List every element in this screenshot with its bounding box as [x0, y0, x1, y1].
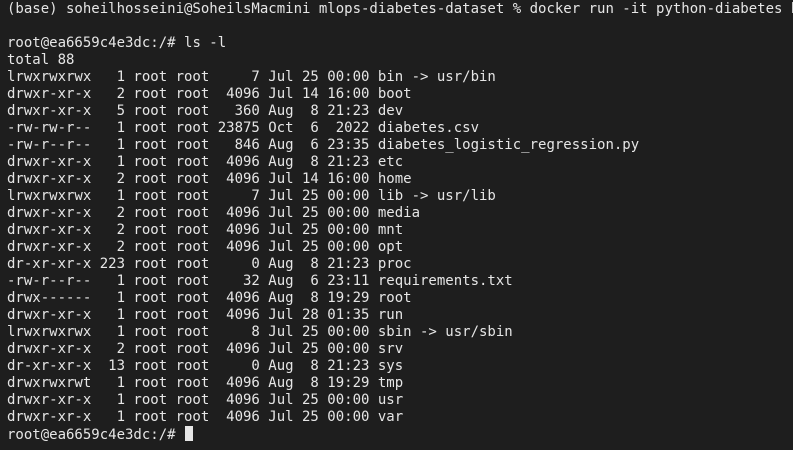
host-command-line: (base) soheilhosseini@SoheilsMacmini mlo…: [7, 1, 793, 17]
listing-row: dr-xr-xr-x 13 root root 0 Aug 8 21:23 sy…: [7, 358, 404, 374]
text-cursor: [185, 426, 194, 441]
listing-row: drwxr-xr-x 1 root root 4096 Jul 25 00:00…: [7, 392, 404, 408]
listing-row: drwxr-xr-x 1 root root 4096 Jul 25 00:00…: [7, 409, 404, 425]
listing-row: -rw-rw-r-- 1 root root 23875 Oct 6 2022 …: [7, 120, 480, 136]
typed-command: ls -l: [184, 35, 227, 51]
listing-row: dr-xr-xr-x 223 root root 0 Aug 8 21:23 p…: [7, 256, 412, 272]
listing-row: drwxr-xr-x 2 root root 4096 Jul 14 16:00…: [7, 86, 412, 102]
listing-row: drwxr-xr-x 1 root root 4096 Aug 8 21:23 …: [7, 154, 404, 170]
shell-prompt: root@ea6659c4e3dc:/#: [7, 427, 185, 443]
listing-row: -rw-r--r-- 1 root root 846 Aug 6 23:35 d…: [7, 137, 640, 153]
listing-row: lrwxrwxrwx 1 root root 7 Jul 25 00:00 li…: [7, 188, 496, 204]
listing-row: drwx------ 1 root root 4096 Aug 8 19:29 …: [7, 290, 412, 306]
command-line: root@ea6659c4e3dc:/# ls -l: [7, 35, 793, 52]
listing-row: drwxr-xr-x 2 root root 4096 Jul 25 00:00…: [7, 205, 421, 221]
listing-row: lrwxrwxrwx 1 root root 8 Jul 25 00:00 sb…: [7, 324, 513, 340]
terminal-window[interactable]: (base) soheilhosseini@SoheilsMacmini mlo…: [0, 0, 793, 450]
directory-listing: lrwxrwxrwx 1 root root 7 Jul 25 00:00 bi…: [7, 69, 793, 426]
listing-row: drwxrwxrwt 1 root root 4096 Aug 8 19:29 …: [7, 375, 404, 391]
listing-row: drwxr-xr-x 5 root root 360 Aug 8 21:23 d…: [7, 103, 404, 119]
shell-prompt: root@ea6659c4e3dc:/#: [7, 35, 185, 51]
listing-row: drwxr-xr-x 1 root root 4096 Jul 28 01:35…: [7, 307, 404, 323]
listing-row: drwxr-xr-x 2 root root 4096 Jul 25 00:00…: [7, 222, 404, 238]
listing-row: -rw-r--r-- 1 root root 32 Aug 6 23:11 re…: [7, 273, 513, 289]
listing-row: drwxr-xr-x 2 root root 4096 Jul 25 00:00…: [7, 239, 404, 255]
listing-row: lrwxrwxrwx 1 root root 7 Jul 25 00:00 bi…: [7, 69, 496, 85]
active-prompt-line[interactable]: root@ea6659c4e3dc:/#: [7, 426, 793, 443]
total-line: total 88: [7, 52, 75, 68]
listing-row: drwxr-xr-x 2 root root 4096 Jul 25 00:00…: [7, 341, 404, 357]
listing-row: drwxr-xr-x 2 root root 4096 Jul 14 16:00…: [7, 171, 412, 187]
